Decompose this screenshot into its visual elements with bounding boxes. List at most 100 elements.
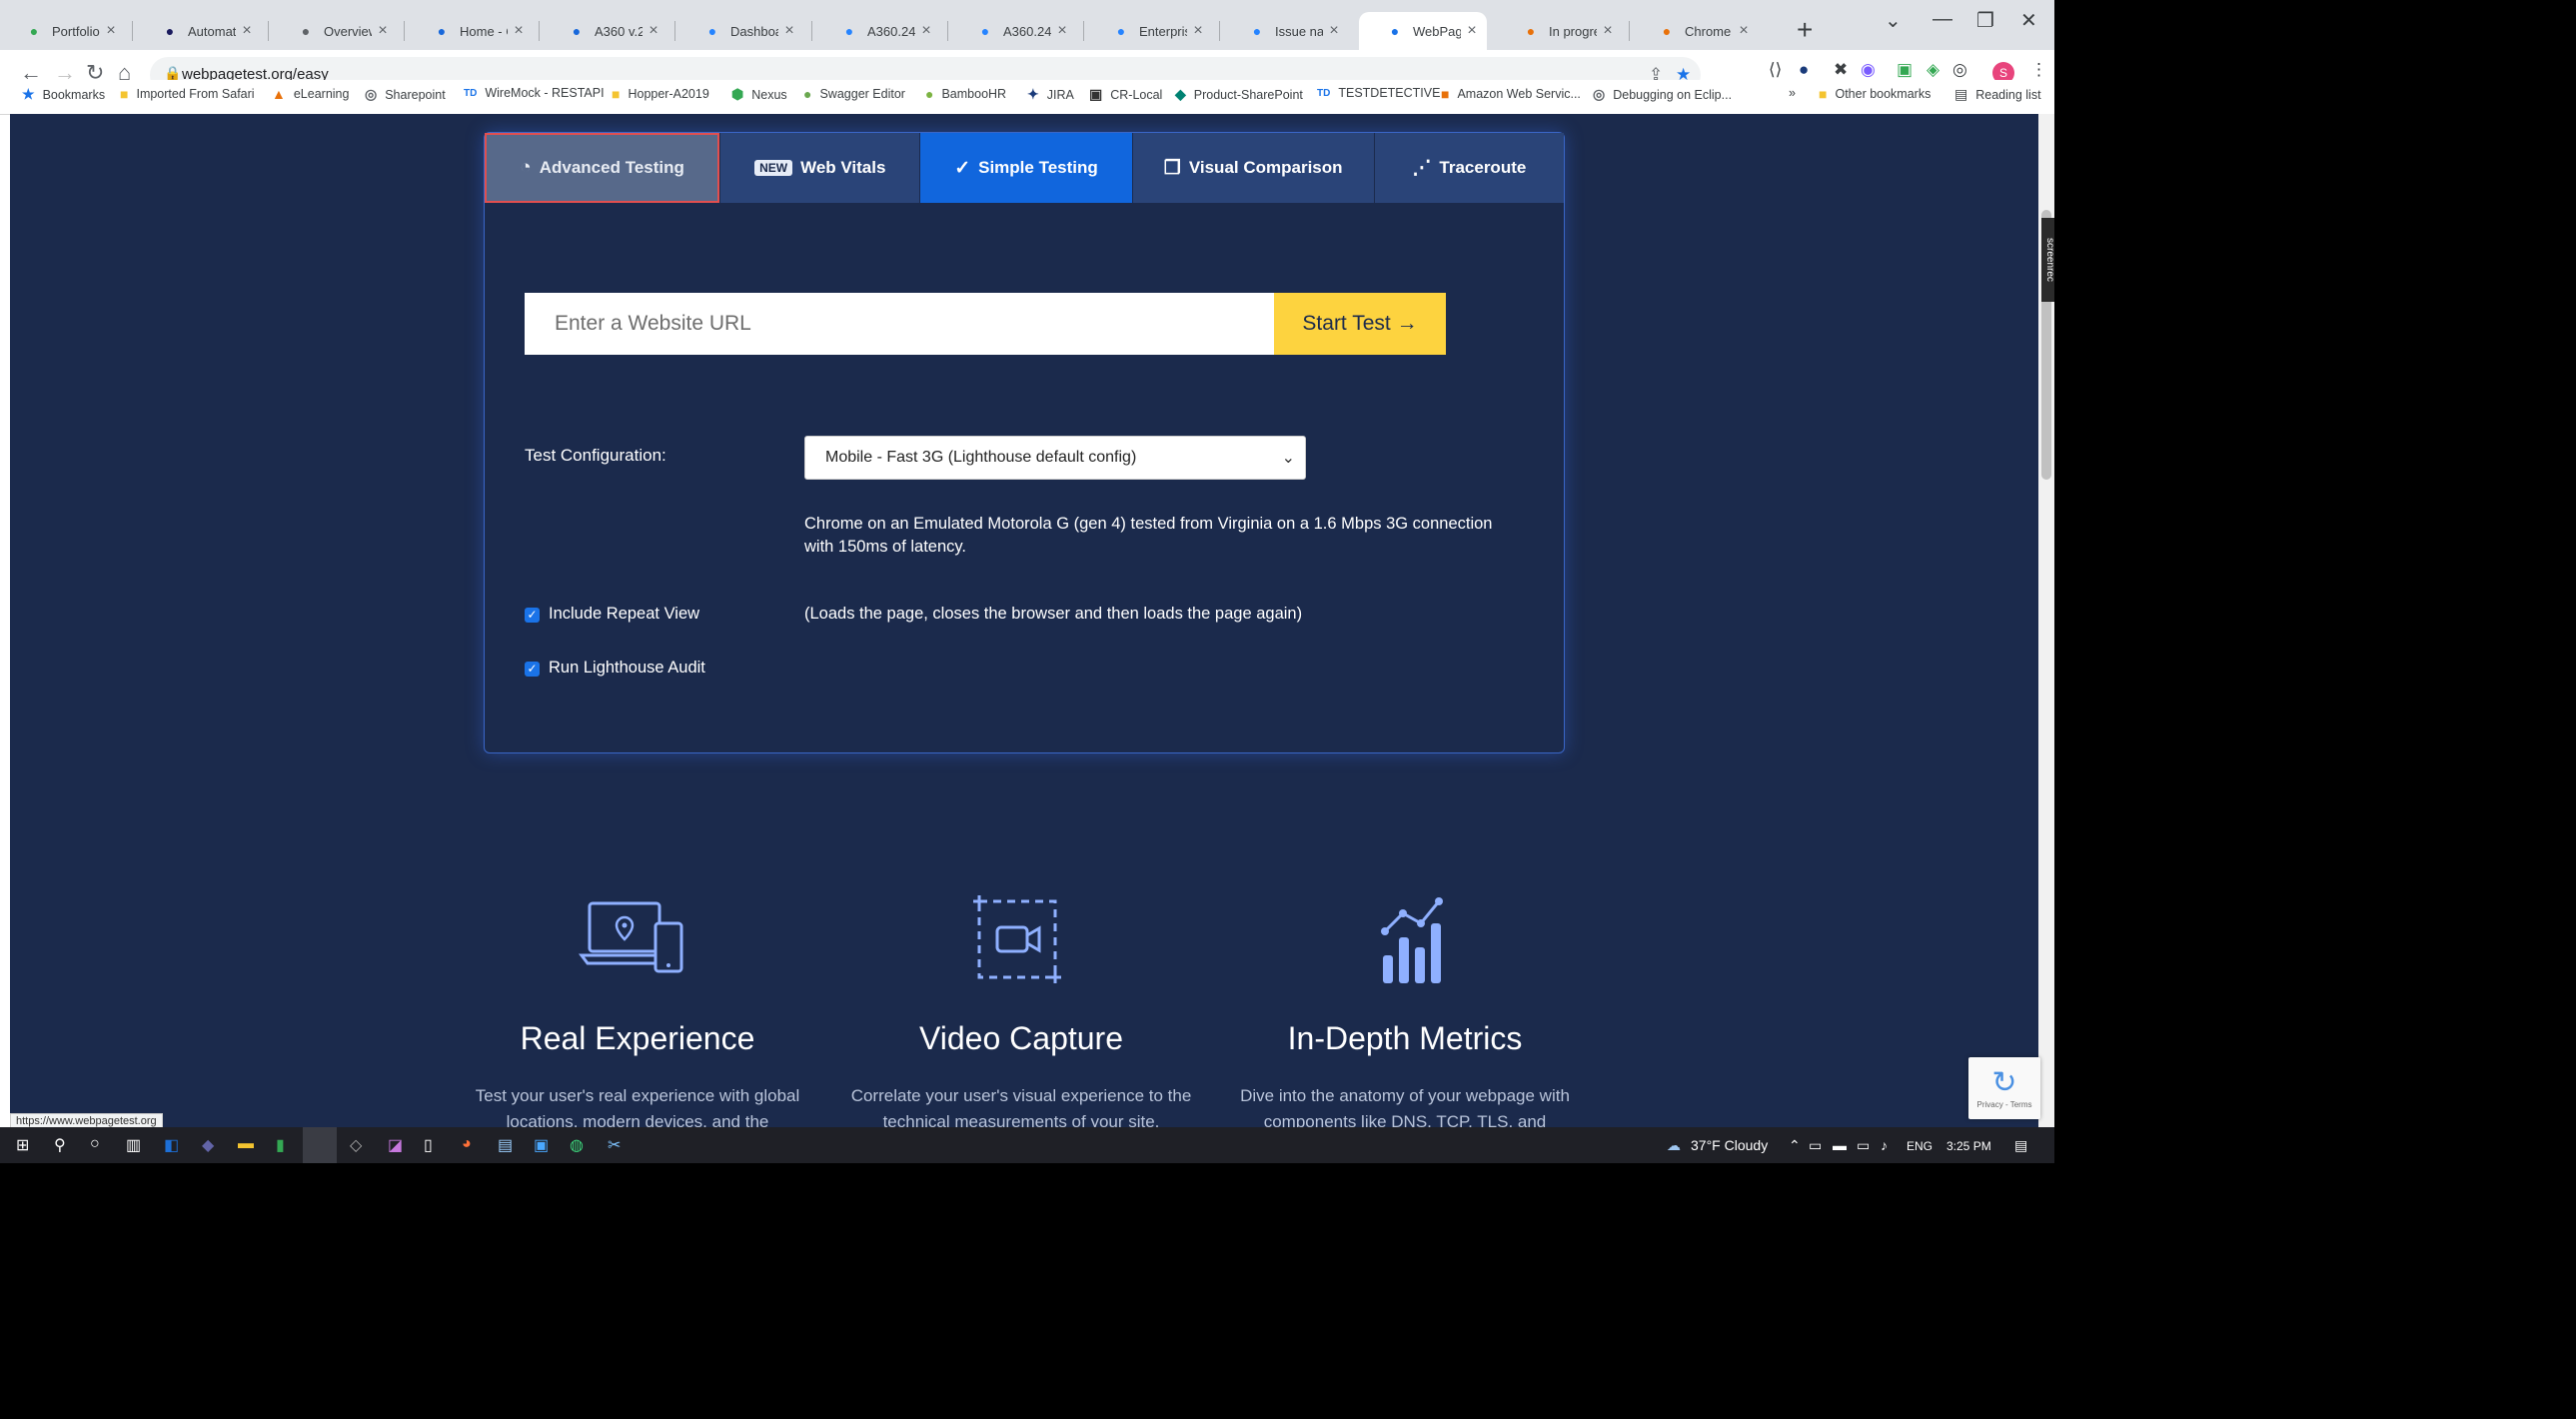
- tab-advanced-testing[interactable]: ◔ Advanced Testing: [485, 133, 721, 203]
- browser-tab[interactable]: ● Enterprise Pr×: [1085, 12, 1213, 50]
- eye-extension-icon[interactable]: ◉: [1861, 60, 1876, 80]
- browser-tab[interactable]: ● A360.24 - Ne×: [949, 12, 1077, 50]
- browser-tab[interactable]: ● A360 v.23 - C×: [541, 12, 668, 50]
- tab-web-vitals[interactable]: NEW Web Vitals: [720, 133, 921, 203]
- task-view-icon[interactable]: ▥: [126, 1135, 141, 1155]
- browser-tab[interactable]: ● Automation a×: [134, 12, 262, 50]
- test-configuration-select[interactable]: Mobile - Fast 3G (Lighthouse default con…: [804, 436, 1306, 480]
- tray-app-icon[interactable]: ▭: [1809, 1137, 1822, 1154]
- tray-chevron-icon[interactable]: ⌃: [1789, 1137, 1801, 1154]
- bookmark-item[interactable]: ✦ JIRA: [1027, 86, 1074, 103]
- bookmark-item[interactable]: TD TESTDETECTIVE: [1317, 86, 1440, 100]
- start-test-button[interactable]: Start Test →: [1274, 293, 1446, 355]
- bookmark-item[interactable]: ★ Bookmarks: [22, 86, 105, 103]
- browser-tab[interactable]: ● Chrome Trig×: [1631, 12, 1759, 50]
- outlook-icon[interactable]: ◧: [164, 1135, 179, 1155]
- screenrec-widget[interactable]: screenrec: [2041, 218, 2054, 302]
- browser-tab[interactable]: ● A360.24 - Ne×: [813, 12, 941, 50]
- notepad-icon[interactable]: ▯: [424, 1135, 433, 1155]
- bookmark-item[interactable]: ▣ CR-Local: [1089, 86, 1162, 103]
- close-tab-icon[interactable]: ×: [372, 22, 394, 40]
- tab-visual-comparison[interactable]: ❐ Visual Comparison: [1132, 133, 1375, 203]
- close-tab-icon[interactable]: ×: [100, 22, 122, 40]
- close-tab-icon[interactable]: ×: [643, 22, 664, 40]
- app-window-icon[interactable]: ▤: [498, 1135, 513, 1155]
- bookmark-item[interactable]: ◎ Debugging on Eclip...: [1593, 86, 1732, 103]
- bookmark-item[interactable]: ■ Amazon Web Servic...: [1441, 86, 1581, 102]
- clock[interactable]: 3:25 PM: [1946, 1139, 1991, 1153]
- restore-icon[interactable]: ❐: [1976, 8, 1994, 33]
- browser-tab[interactable]: ● Issue navigat×: [1221, 12, 1349, 50]
- close-tab-icon[interactable]: ×: [915, 22, 937, 40]
- close-tab-icon[interactable]: ×: [778, 22, 800, 40]
- snipping-tool-icon[interactable]: ✂: [608, 1135, 621, 1155]
- battery-icon[interactable]: ▬: [1833, 1137, 1847, 1153]
- bookmark-item[interactable]: ◎ Sharepoint: [365, 86, 446, 103]
- lighthouse-checkbox[interactable]: ✓: [525, 662, 540, 677]
- bookmark-item[interactable]: TD WireMock - RESTAPI: [464, 86, 605, 100]
- windows-start-icon[interactable]: ⊞: [16, 1135, 29, 1155]
- firefox-icon[interactable]: ◕: [462, 1135, 472, 1153]
- close-tab-icon[interactable]: ×: [1187, 22, 1209, 40]
- cortana-icon[interactable]: ○: [90, 1135, 100, 1153]
- bookmark-icon: TD: [464, 87, 478, 99]
- bookmark-item[interactable]: ● BambooHR: [925, 86, 1006, 102]
- devtools-extension-icon[interactable]: ⟨⟩: [1769, 60, 1782, 80]
- close-tab-icon[interactable]: ×: [1323, 22, 1345, 40]
- close-window-icon[interactable]: ✕: [2020, 8, 2037, 33]
- browser-tab[interactable]: ● Home - Confl×: [406, 12, 534, 50]
- bookmark-item[interactable]: ◆ Product-SharePoint: [1175, 86, 1303, 103]
- close-tab-icon[interactable]: ×: [1461, 22, 1483, 40]
- close-tab-icon[interactable]: ×: [236, 22, 258, 40]
- bookmark-item[interactable]: ■ Hopper-A2019: [612, 86, 709, 102]
- close-tab-icon[interactable]: ×: [508, 22, 530, 40]
- remote-desktop-icon[interactable]: ▣: [534, 1135, 549, 1155]
- x-extension-icon[interactable]: ✖: [1834, 60, 1848, 80]
- compass-extension-icon[interactable]: ◎: [1952, 60, 1967, 80]
- other-bookmarks[interactable]: ■ Other bookmarks: [1819, 86, 1931, 102]
- edge-icon[interactable]: ◍: [570, 1135, 584, 1155]
- tab-simple-testing[interactable]: ✓ Simple Testing: [920, 133, 1133, 203]
- recaptcha-badge[interactable]: ↻ Privacy - Terms: [1968, 1057, 2040, 1119]
- weather-text[interactable]: 37°F Cloudy: [1691, 1137, 1768, 1153]
- repeat-view-label[interactable]: Include Repeat View: [549, 605, 699, 624]
- search-icon[interactable]: ⚲: [54, 1135, 66, 1155]
- chrome-menu-icon[interactable]: ⋮: [2030, 60, 2047, 80]
- jira-icon: ●: [1252, 23, 1262, 39]
- teams-icon[interactable]: ◆: [202, 1135, 214, 1155]
- leaf-extension-icon[interactable]: ◈: [1927, 60, 1939, 80]
- browser-tab[interactable]: ● Overview — ×: [270, 12, 398, 50]
- bookmarks-overflow-button[interactable]: »: [1789, 86, 1796, 100]
- network-icon[interactable]: ▭: [1857, 1137, 1870, 1154]
- close-tab-icon[interactable]: ×: [1051, 22, 1073, 40]
- file-explorer-icon[interactable]: ▬: [238, 1135, 254, 1153]
- bookmark-item[interactable]: ● Swagger Editor: [803, 86, 905, 102]
- browser-tab[interactable]: ● Portfolio | Ro×: [0, 12, 126, 50]
- browser-tab[interactable]: ● In progress a×: [1495, 12, 1623, 50]
- recaptcha-links[interactable]: Privacy - Terms: [1968, 1100, 2040, 1109]
- repeat-view-checkbox[interactable]: ✓: [525, 608, 540, 623]
- bookmark-item[interactable]: ▲ eLearning: [272, 86, 349, 102]
- new-tab-button[interactable]: +: [1797, 14, 1813, 46]
- close-tab-icon[interactable]: ×: [1597, 22, 1619, 40]
- document-extension-icon[interactable]: ▣: [1897, 60, 1913, 80]
- bookmark-item[interactable]: ⬢ Nexus: [731, 86, 787, 103]
- weather-icon[interactable]: ☁: [1667, 1137, 1681, 1154]
- close-tab-icon[interactable]: ×: [1733, 22, 1755, 40]
- bookmark-item[interactable]: ■ Imported From Safari: [120, 86, 255, 102]
- minimize-icon[interactable]: —: [1932, 8, 1952, 31]
- check-extension-icon[interactable]: ●: [1799, 60, 1809, 80]
- language-indicator[interactable]: ENG: [1907, 1139, 1932, 1153]
- browser-tab[interactable]: ● Dashboards×: [676, 12, 804, 50]
- notepadpp-icon[interactable]: ▮: [276, 1135, 285, 1155]
- lighthouse-label[interactable]: Run Lighthouse Audit: [549, 659, 705, 678]
- app-icon[interactable]: ◇: [350, 1135, 362, 1155]
- website-url-input[interactable]: [525, 293, 1274, 355]
- intellij-icon[interactable]: ◪: [388, 1135, 403, 1155]
- reading-list[interactable]: ▤ Reading list: [1954, 86, 2041, 103]
- volume-icon[interactable]: ♪: [1881, 1137, 1888, 1153]
- tab-traceroute[interactable]: ⋰ Traceroute: [1374, 133, 1565, 203]
- tab-search-icon[interactable]: ⌄: [1885, 8, 1902, 33]
- notification-icon[interactable]: ▤: [2014, 1137, 2027, 1154]
- browser-tab[interactable]: ● WebPageTest×: [1359, 12, 1487, 50]
